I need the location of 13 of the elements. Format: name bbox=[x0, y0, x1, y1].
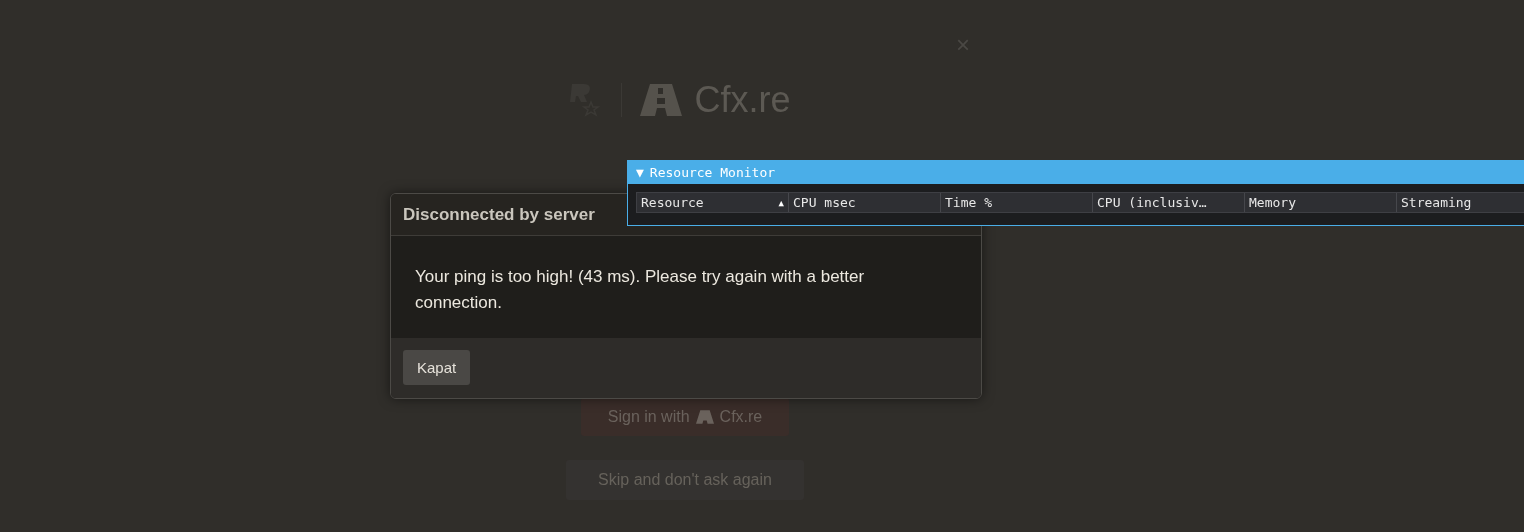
road-logo-icon bbox=[695, 410, 714, 424]
window-title: Resource Monitor bbox=[649, 164, 776, 180]
column-header[interactable]: Resource ▲ bbox=[637, 193, 789, 212]
close-button[interactable]: Kapat bbox=[403, 350, 471, 385]
column-header[interactable]: Memory bbox=[1245, 193, 1397, 212]
dialog-title: Disconnected by server bbox=[403, 205, 595, 224]
road-logo-icon bbox=[640, 84, 683, 116]
sort-indicator: ▲ bbox=[778, 197, 784, 208]
dialog-message: Your ping is too high! (43 ms). Please try again with a better connection. bbox=[415, 266, 866, 314]
column-header[interactable]: CPU (inclusiv… bbox=[1093, 193, 1245, 212]
column-header[interactable]: Time % bbox=[941, 193, 1093, 212]
column-header[interactable]: CPU msec bbox=[789, 193, 941, 212]
column-header[interactable]: Streaming bbox=[1397, 193, 1524, 212]
